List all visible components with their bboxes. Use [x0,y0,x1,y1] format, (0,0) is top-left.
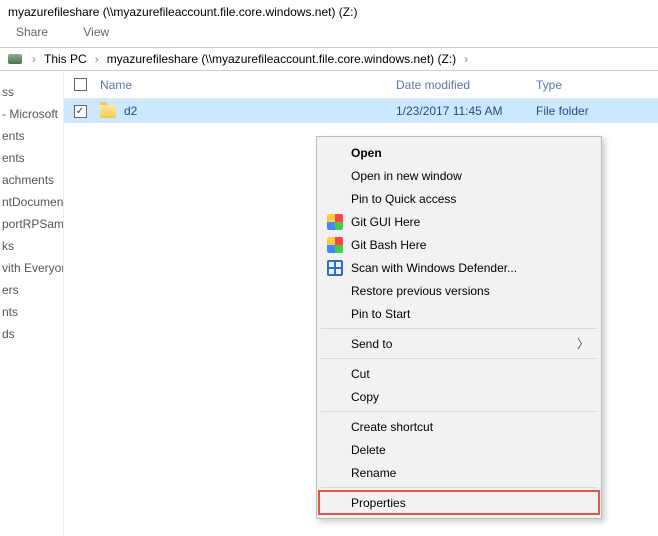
nav-item[interactable]: nts [2,301,61,323]
select-all-checkbox[interactable] [74,78,87,91]
column-date[interactable]: Date modified [396,78,536,92]
ctx-properties[interactable]: Properties [319,491,599,514]
git-icon [327,214,343,230]
shield-icon [327,260,343,276]
separator [321,411,597,412]
ctx-open-new[interactable]: Open in new window [319,164,599,187]
ctx-open[interactable]: Open [319,141,599,164]
column-headers: Name Date modified Type [64,71,658,99]
menu-view[interactable]: View [83,25,109,39]
breadcrumb-this-pc[interactable]: This PC [44,52,87,66]
git-icon [327,237,343,253]
separator [321,487,597,488]
chevron-right-icon: › [464,52,468,66]
nav-item[interactable]: ds [2,323,61,345]
chevron-right-icon: 〉 [577,335,589,352]
ctx-copy[interactable]: Copy [319,385,599,408]
file-type: File folder [536,104,658,118]
nav-item[interactable]: portRPSam [2,213,61,235]
chevron-right-icon: › [32,52,36,66]
chevron-right-icon: › [95,52,99,66]
window-title: myazurefileshare (\\myazurefileaccount.f… [0,0,658,21]
breadcrumb-share[interactable]: myazurefileshare (\\myazurefileaccount.f… [107,52,456,66]
separator [321,328,597,329]
file-name: d2 [124,104,137,118]
ctx-pin-quick[interactable]: Pin to Quick access [319,187,599,210]
ctx-pin-start[interactable]: Pin to Start [319,302,599,325]
ctx-cut[interactable]: Cut [319,362,599,385]
ctx-send-to[interactable]: Send to〉 [319,332,599,355]
menu-share[interactable]: Share [16,25,48,39]
separator [321,358,597,359]
nav-item[interactable]: ers [2,279,61,301]
nav-item[interactable]: achments [2,169,61,191]
menu-bar: Share View [0,21,658,47]
column-type[interactable]: Type [536,78,658,92]
ctx-shortcut[interactable]: Create shortcut [319,415,599,438]
ctx-defender[interactable]: Scan with Windows Defender... [319,256,599,279]
nav-item[interactable]: vith Everyon [2,257,61,279]
nav-item[interactable]: ents [2,147,61,169]
ctx-git-bash[interactable]: Git Bash Here [319,233,599,256]
ctx-rename[interactable]: Rename [319,461,599,484]
ctx-restore[interactable]: Restore previous versions [319,279,599,302]
nav-tree[interactable]: ss - Microsoft ents ents achments ntDocu… [0,71,64,536]
ctx-git-gui[interactable]: Git GUI Here [319,210,599,233]
file-date: 1/23/2017 11:45 AM [396,104,536,118]
nav-item[interactable]: - Microsoft [2,103,61,125]
drive-icon [6,52,24,66]
nav-item[interactable]: ks [2,235,61,257]
folder-icon [100,105,116,118]
context-menu: Open Open in new window Pin to Quick acc… [316,136,602,519]
ctx-delete[interactable]: Delete [319,438,599,461]
nav-item[interactable]: ents [2,125,61,147]
nav-item[interactable]: ntDocumen [2,191,61,213]
nav-item[interactable]: ss [2,81,61,103]
address-bar[interactable]: › This PC › myazurefileshare (\\myazuref… [0,47,658,71]
row-checkbox[interactable] [74,105,87,118]
file-row[interactable]: d2 1/23/2017 11:45 AM File folder [64,99,658,123]
column-name[interactable]: Name [96,78,396,92]
